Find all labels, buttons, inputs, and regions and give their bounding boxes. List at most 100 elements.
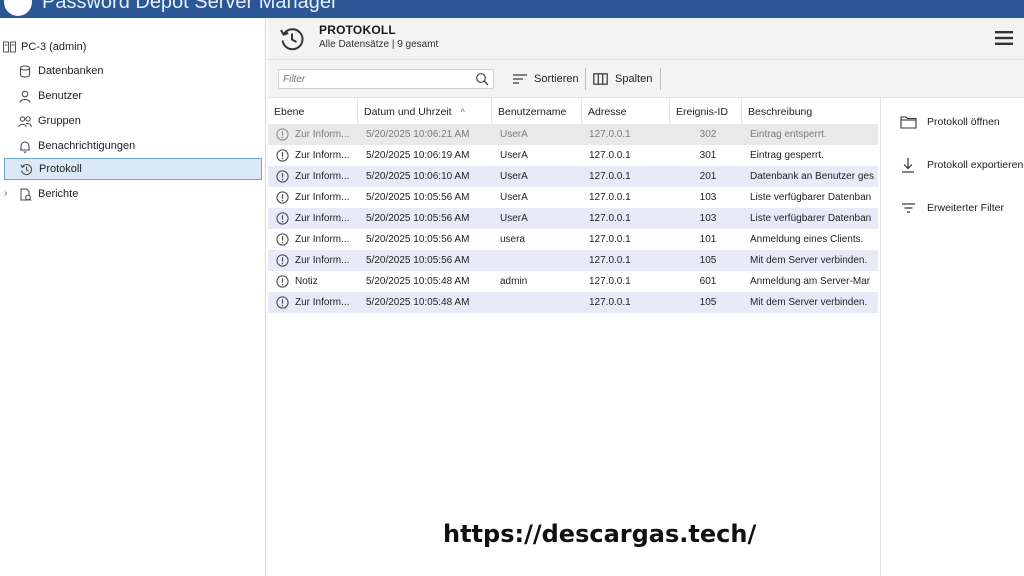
sort-icon	[512, 72, 528, 86]
address-cell: 127.0.0.1	[589, 297, 631, 308]
column-header-ebene[interactable]: Ebene	[268, 98, 358, 124]
table-row[interactable]: Zur Inform... 5/20/2025 10:05:56 AM UserA 1…	[268, 187, 878, 208]
datetime-cell: 5/20/2025 10:05:56 AM	[366, 213, 470, 224]
event-id-cell: 301	[699, 150, 717, 161]
filter-icon	[899, 200, 917, 216]
download-icon	[899, 157, 917, 173]
address-cell: 127.0.0.1	[589, 150, 631, 161]
sidebar-item-berichte[interactable]: Berichte	[14, 183, 262, 205]
sidebar-item-label: Datenbanken	[38, 65, 104, 77]
info-icon	[276, 191, 289, 204]
tree-root-server[interactable]: PC-3 (admin)	[2, 38, 86, 56]
page-header: PROTOKOLL Alle Datensätze | 9 gesamt	[268, 18, 1024, 60]
datetime-cell: 5/20/2025 10:05:48 AM	[366, 276, 470, 287]
username-cell: UserA	[500, 150, 528, 161]
history-icon	[19, 162, 33, 176]
sidebar-item-benutzer[interactable]: Benutzer	[14, 85, 262, 107]
info-icon	[276, 128, 289, 141]
level-cell: Notiz	[295, 276, 318, 287]
table-row[interactable]: Zur Inform... 5/20/2025 10:05:56 AM 127.0.…	[268, 250, 878, 271]
filter-input[interactable]	[283, 72, 469, 86]
table-row[interactable]: Zur Inform... 5/20/2025 10:06:19 AM UserA 1…	[268, 145, 878, 166]
sidebar-item-gruppen[interactable]: Gruppen	[14, 110, 262, 132]
info-icon	[276, 212, 289, 225]
info-icon	[276, 233, 289, 246]
table-header: Ebene Datum und Uhrzeit ^ Benutzername A…	[268, 98, 880, 124]
info-icon	[276, 149, 289, 162]
advanced-filter-action[interactable]: Erweiterter Filter	[899, 198, 1004, 218]
table-row[interactable]: Zur Inform... 5/20/2025 10:05:56 AM UserA 1…	[268, 208, 878, 229]
column-header-ereignis-id[interactable]: Ereignis-ID	[670, 98, 742, 124]
sidebar-item-label: Protokoll	[39, 163, 82, 175]
export-log-action[interactable]: Protokoll exportieren	[899, 155, 1023, 175]
user-icon	[18, 89, 32, 103]
table-row[interactable]: Notiz 5/20/2025 10:05:48 AM admin 127.0.0.1…	[268, 271, 878, 292]
report-icon	[18, 187, 32, 201]
info-icon	[276, 170, 289, 183]
column-header-beschreibung[interactable]: Beschreibung	[742, 98, 880, 124]
table-row[interactable]: Zur Inform... 5/20/2025 10:06:10 AM UserA 1…	[268, 166, 878, 187]
level-cell: Zur Inform...	[295, 213, 350, 224]
event-id-cell: 105	[699, 255, 717, 266]
level-cell: Zur Inform...	[295, 171, 350, 182]
username-cell: UserA	[500, 129, 528, 140]
folder-icon	[899, 114, 917, 130]
level-cell: Zur Inform...	[295, 297, 350, 308]
username-cell: UserA	[500, 213, 528, 224]
columns-button[interactable]: Spalten	[593, 69, 652, 89]
sort-button[interactable]: Sortieren	[512, 69, 579, 89]
username-cell: usera	[500, 234, 526, 245]
event-id-cell: 105	[699, 297, 717, 308]
column-header-datum[interactable]: Datum und Uhrzeit ^	[358, 98, 492, 124]
hamburger-menu-icon[interactable]	[994, 29, 1014, 47]
server-icon	[2, 40, 16, 54]
sidebar-item-datenbanken[interactable]: Datenbanken	[14, 60, 262, 82]
event-id-cell: 302	[699, 129, 717, 140]
advanced-filter-label: Erweiterter Filter	[927, 202, 1005, 214]
column-header-benutzername[interactable]: Benutzername	[492, 98, 582, 124]
address-cell: 127.0.0.1	[589, 255, 631, 266]
address-cell: 127.0.0.1	[589, 276, 631, 287]
level-cell: Zur Inform...	[295, 150, 350, 161]
toolbar-divider	[585, 68, 586, 90]
description-cell: Mit dem Server verbinden.	[750, 255, 868, 266]
level-cell: Zur Inform...	[295, 129, 350, 140]
address-cell: 127.0.0.1	[589, 213, 631, 224]
address-cell: 127.0.0.1	[589, 171, 631, 182]
page-title: PROTOKOLL	[319, 23, 396, 37]
description-cell: Liste verfügbarer Datenban	[750, 192, 872, 203]
event-id-cell: 103	[699, 192, 717, 203]
sort-ascending-icon: ^	[460, 107, 465, 117]
sidebar-item-benachrichtigungen[interactable]: Benachrichtigungen	[14, 135, 262, 157]
toolbar-divider	[660, 68, 661, 90]
search-icon[interactable]	[475, 72, 489, 86]
description-cell: Eintrag gesperrt.	[750, 150, 824, 161]
filter-box	[278, 69, 494, 89]
table-row[interactable]: Zur Inform... 5/20/2025 10:06:21 AM UserA 1…	[268, 124, 878, 145]
sidebar: PC-3 (admin) Datenbanken Benutzer Gruppe…	[0, 18, 266, 576]
chevron-right-icon[interactable]: ›	[4, 188, 7, 199]
address-cell: 127.0.0.1	[589, 192, 631, 203]
event-id-cell: 103	[699, 213, 717, 224]
username-cell: UserA	[500, 192, 528, 203]
open-log-action[interactable]: Protokoll öffnen	[899, 112, 1000, 132]
address-cell: 127.0.0.1	[589, 129, 631, 140]
username-cell: UserA	[500, 171, 528, 182]
table-row[interactable]: Zur Inform... 5/20/2025 10:05:56 AM usera 1…	[268, 229, 878, 250]
sort-button-label: Sortieren	[534, 73, 579, 85]
info-icon	[276, 254, 289, 267]
event-id-cell: 601	[699, 276, 717, 287]
sidebar-item-label: Benachrichtigungen	[38, 140, 136, 152]
window-title: Password Depot Server Manager	[42, 0, 338, 13]
sidebar-item-protokoll[interactable]: Protokoll	[4, 158, 262, 180]
sidebar-item-label: Gruppen	[38, 115, 81, 127]
group-icon	[18, 114, 32, 128]
datetime-cell: 5/20/2025 10:05:56 AM	[366, 192, 470, 203]
table-row[interactable]: Zur Inform... 5/20/2025 10:05:48 AM 127.0.…	[268, 292, 878, 313]
actions-panel: Protokoll öffnen Protokoll exportieren E…	[880, 98, 1024, 576]
column-header-adresse[interactable]: Adresse	[582, 98, 670, 124]
description-cell: Anmeldung am Server-Mar	[750, 276, 871, 287]
title-bar: Password Depot Server Manager	[0, 0, 1024, 18]
username-cell: admin	[500, 276, 528, 287]
app-logo-icon	[4, 0, 32, 16]
